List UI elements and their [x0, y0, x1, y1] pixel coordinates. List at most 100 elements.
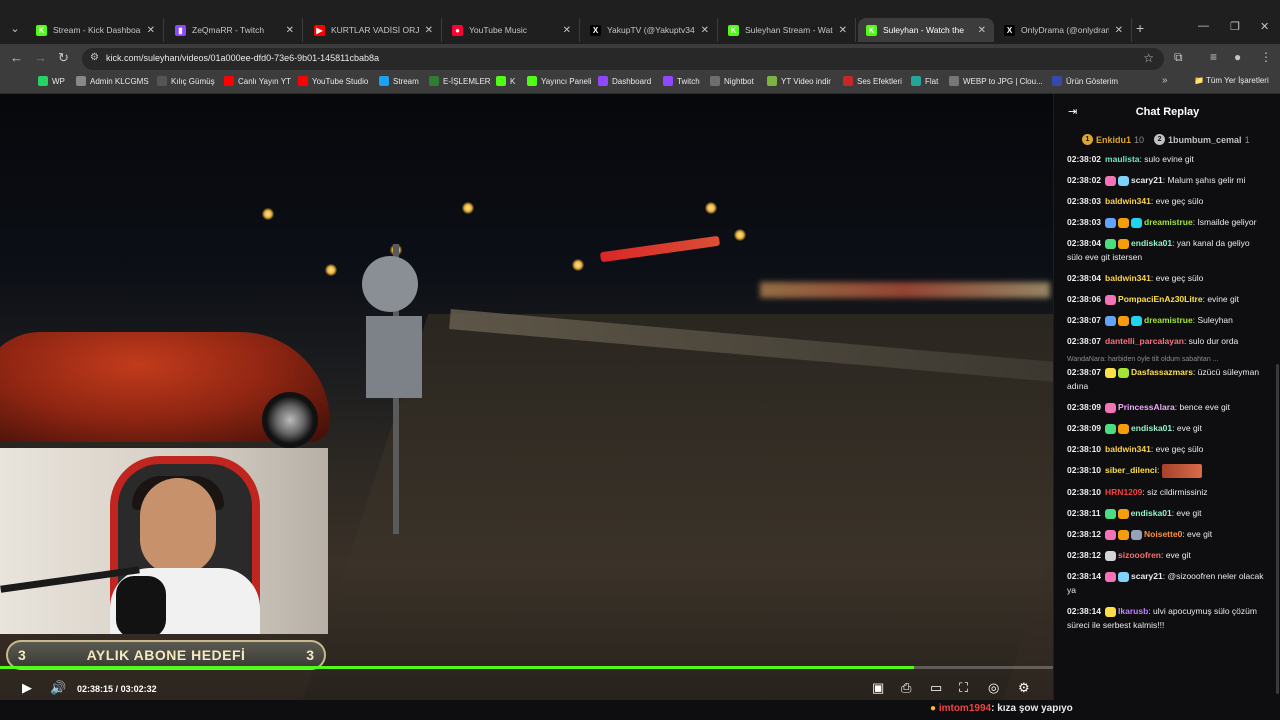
message-username[interactable]: endiska01: [1131, 508, 1172, 518]
tab-close-icon[interactable]: ✕: [286, 25, 294, 36]
message-username[interactable]: HRN1209: [1105, 487, 1142, 497]
bookmark-item[interactable]: Admin KLCGMS: [76, 76, 149, 86]
goal-label: AYLIK ABONE HEDEFİ: [86, 647, 246, 663]
message-username[interactable]: baldwin341: [1105, 273, 1151, 283]
bookmark-item[interactable]: Dashboard: [598, 76, 651, 86]
bookmark-item[interactable]: WEBP to JPG | Clou...: [949, 76, 1043, 86]
browser-tab[interactable]: X OnlyDrama (@onlydrama ✕: [996, 18, 1132, 42]
minimize-button[interactable]: —: [1198, 20, 1209, 32]
message-username[interactable]: sizooofren: [1118, 550, 1161, 560]
bookmark-item[interactable]: E-İŞLEMLER: [429, 76, 491, 86]
chat-message: 02:38:04 endiska01: yan kanal da geliyo s…: [1067, 236, 1267, 264]
message-username[interactable]: maulista: [1105, 154, 1140, 164]
profile-avatar[interactable]: ●: [1234, 50, 1241, 64]
speed-icon[interactable]: ◎: [988, 680, 999, 696]
chat-message: 02:38:14 Ikarusb: ulvi apocuymuş sülo çöz…: [1067, 604, 1267, 632]
reply-context[interactable]: WandaNara: harbiden öyle tilt oldum saba…: [1067, 355, 1267, 365]
tab-close-icon[interactable]: ✕: [147, 25, 155, 36]
bookmark-item[interactable]: Yayıncı Paneli: [527, 76, 592, 86]
bookmark-item[interactable]: K: [496, 76, 515, 86]
bookmark-item[interactable]: WP: [38, 76, 65, 86]
browser-menu-icon[interactable]: ⋮: [1260, 50, 1272, 64]
leaderboard-entry[interactable]: 2 1bumbum_cemal 1: [1154, 134, 1250, 145]
tab-close-icon[interactable]: ✕: [425, 25, 433, 36]
browser-tab[interactable]: ▶ KURTLAR VADİSİ ORJİNAL ✕: [306, 18, 442, 42]
tab-close-icon[interactable]: ✕: [1115, 25, 1123, 36]
all-bookmarks-label: Tüm Yer İşaretleri: [1206, 76, 1269, 85]
extensions-icon[interactable]: ⧉: [1174, 50, 1183, 65]
message-username[interactable]: baldwin341: [1105, 444, 1151, 454]
message-username[interactable]: baldwin341: [1105, 196, 1151, 206]
close-window-button[interactable]: ✕: [1260, 20, 1269, 33]
tab-close-icon[interactable]: ✕: [839, 25, 847, 36]
tab-favicon-icon: K: [728, 24, 739, 36]
tab-search-button[interactable]: ⌄: [6, 20, 24, 38]
tab-title: YakupTV (@Yakuptv34) / X: [607, 25, 695, 35]
bookmark-item[interactable]: YouTube Studio: [298, 76, 368, 86]
bookmark-item[interactable]: Ürün Gösterim: [1052, 76, 1118, 86]
bookmark-star-icon[interactable]: ☆: [1143, 51, 1154, 65]
message-username[interactable]: dreamistrue: [1144, 217, 1193, 227]
seek-bar[interactable]: [0, 666, 1053, 669]
url-text: kick.com/suleyhan/videos/01a000ee-dfd0-7…: [106, 53, 380, 63]
message-username[interactable]: PrincessAlara: [1118, 402, 1175, 412]
browser-tab[interactable]: X YakupTV (@Yakuptv34) / X ✕: [582, 18, 718, 42]
chat-scrollbar[interactable]: [1276, 364, 1279, 694]
bookmark-label: YouTube Studio: [312, 76, 369, 86]
message-username[interactable]: dantelli_parcalayan: [1105, 336, 1184, 346]
tab-close-icon[interactable]: ✕: [563, 25, 571, 36]
message-timestamp: 02:38:07: [1067, 367, 1102, 377]
message-username[interactable]: Noisette0: [1144, 529, 1182, 539]
message-username[interactable]: scary21: [1131, 175, 1163, 185]
bookmark-item[interactable]: YT Video indir: [767, 76, 831, 86]
media-controls-icon[interactable]: ≡: [1210, 50, 1217, 64]
back-button[interactable]: ←: [10, 50, 23, 65]
message-username[interactable]: siber_dilenci: [1105, 465, 1157, 475]
leaderboard-entry[interactable]: 1 Enkidu1 10: [1082, 134, 1144, 145]
time-display: 02:38:15 / 03:02:32: [77, 684, 157, 694]
volume-icon[interactable]: 🔊: [50, 680, 66, 696]
message-username[interactable]: endiska01: [1131, 423, 1172, 433]
bookmark-item[interactable]: Ses Efektleri: [843, 76, 902, 86]
browser-tab[interactable]: K Suleyhan - Watch the ✕: [858, 18, 994, 42]
chat-message-list: 02:38:02 maulista: sulo evine git 02:38:02…: [1067, 152, 1267, 639]
bookmark-item[interactable]: Twitch: [663, 76, 700, 86]
bookmark-item[interactable]: Flat: [911, 76, 938, 86]
video-player[interactable]: 3 AYLIK ABONE HEDEFİ 3 ▶ 🔊 02:38:15 / 03…: [0, 94, 1053, 720]
message-username[interactable]: PompaciEnAz30Litre: [1118, 294, 1203, 304]
theater-mode-icon[interactable]: ▭: [930, 680, 942, 696]
new-tab-button[interactable]: +: [1136, 20, 1144, 36]
message-username[interactable]: endiska01: [1131, 238, 1172, 248]
tab-title: Suleyhan - Watch the: [883, 25, 964, 35]
message-username[interactable]: Dasfassazmars: [1131, 367, 1193, 377]
browser-tab[interactable]: ● YouTube Music ✕: [444, 18, 580, 42]
message-username[interactable]: dreamistrue: [1144, 315, 1193, 325]
pip-icon[interactable]: ▣: [872, 680, 884, 696]
bookmark-item[interactable]: Canlı Yayın YT: [224, 76, 291, 86]
fullscreen-icon[interactable]: ⛶: [959, 680, 968, 696]
message-username[interactable]: scary21: [1131, 571, 1163, 581]
browser-tab[interactable]: K Stream - Kick Dashboard ✕: [28, 18, 164, 42]
tab-close-icon[interactable]: ✕: [701, 25, 709, 36]
chat-message: 02:38:12 Noisette0: eve git: [1067, 527, 1267, 541]
tab-close-icon[interactable]: ✕: [978, 25, 986, 36]
message-username[interactable]: Ikarusb: [1118, 606, 1148, 616]
bookmark-label: Twitch: [677, 76, 700, 86]
tab-title: KURTLAR VADİSİ ORJİNAL: [331, 25, 419, 35]
reload-button[interactable]: ↻: [58, 50, 69, 66]
bookmark-item[interactable]: Stream: [379, 76, 419, 86]
address-bar[interactable]: ⚙ kick.com/suleyhan/videos/01a000ee-dfd0…: [82, 48, 1164, 70]
site-info-icon[interactable]: ⚙: [90, 52, 99, 63]
time-current: 02:38:15: [77, 684, 114, 694]
clip-icon[interactable]: ⎙: [901, 680, 911, 696]
play-icon[interactable]: ▶: [22, 680, 32, 696]
bookmark-item[interactable]: Nightbot: [710, 76, 754, 86]
settings-gear-icon[interactable]: ⚙: [1018, 680, 1030, 696]
bookmark-item[interactable]: Kılıç Gümüş: [157, 76, 215, 86]
maximize-button[interactable]: ❐: [1230, 20, 1240, 33]
bookmarks-overflow-button[interactable]: »: [1162, 75, 1168, 86]
all-bookmarks-folder[interactable]: 📁 Tüm Yer İşaretleri: [1194, 76, 1269, 85]
forward-button[interactable]: →: [34, 50, 47, 65]
browser-tab[interactable]: ▮ ZeQmaRR - Twitch ✕: [167, 18, 303, 42]
browser-tab[interactable]: K Suleyhan Stream - Watch ✕: [720, 18, 856, 42]
